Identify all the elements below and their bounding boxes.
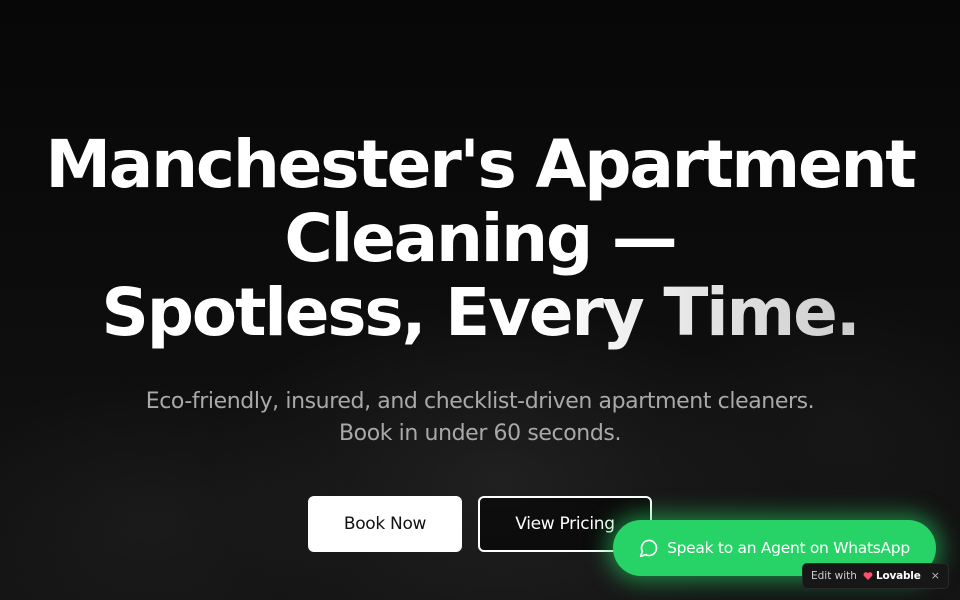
chat-bubble-icon (639, 538, 659, 558)
hero-headline: Manchester's Apartment Cleaning — Spotle… (0, 128, 960, 350)
hero-subheadline: Eco-friendly, insured, and checklist-dri… (0, 386, 960, 450)
headline-line-2: Cleaning — (284, 200, 677, 277)
close-icon[interactable]: × (931, 569, 940, 582)
whatsapp-button-label: Speak to an Agent on WhatsApp (667, 539, 910, 557)
subheadline-line-1: Eco-friendly, insured, and checklist-dri… (145, 389, 815, 414)
lovable-heart-icon (863, 571, 873, 581)
headline-line-3: Spotless, Every Time. (0, 276, 960, 350)
headline-line-1: Manchester's Apartment (45, 126, 917, 203)
edit-with-label: Edit with (811, 570, 857, 582)
edit-with-lovable-badge[interactable]: Edit with Lovable × (802, 563, 949, 589)
lovable-brand-label: Lovable (875, 570, 921, 582)
subheadline-line-2: Book in under 60 seconds. (338, 421, 622, 446)
book-now-button[interactable]: Book Now (308, 496, 462, 552)
